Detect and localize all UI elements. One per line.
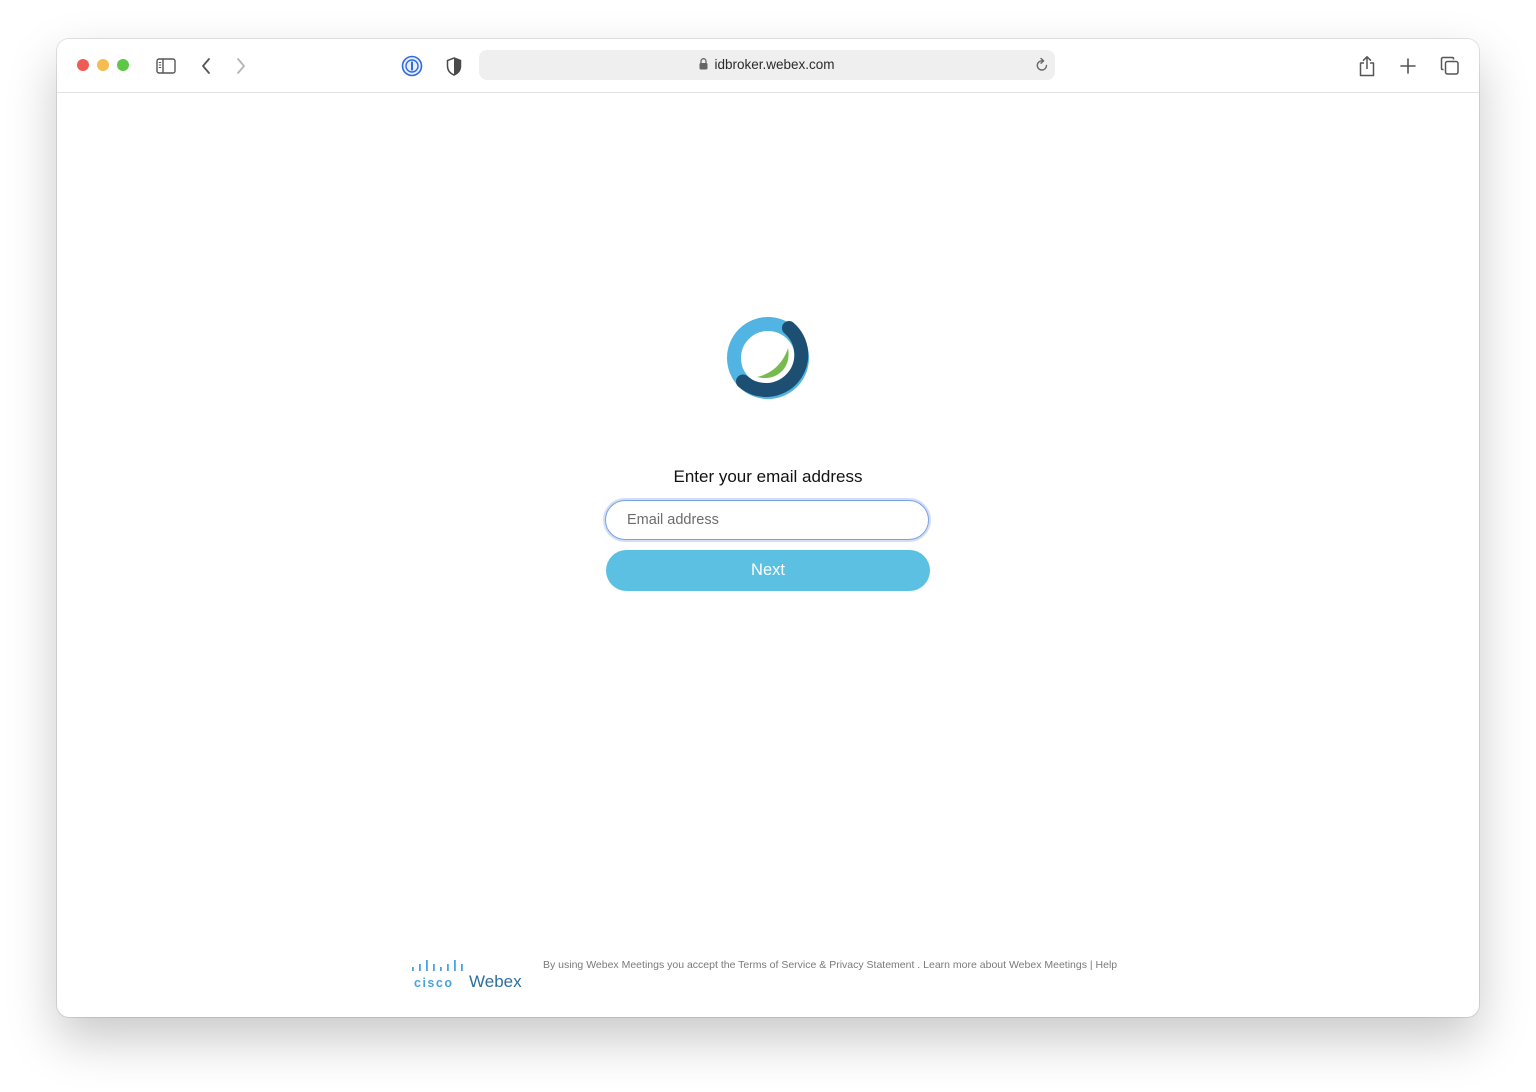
- webex-logo-icon: [727, 317, 809, 399]
- close-window-button[interactable]: [77, 59, 89, 71]
- browser-toolbar: idbroker.webex.com: [57, 39, 1479, 93]
- lock-icon: [699, 51, 708, 81]
- learn-more-link[interactable]: Learn more about Webex Meetings: [923, 959, 1087, 971]
- webex-wordmark: Webex: [469, 972, 522, 991]
- share-icon[interactable]: [1354, 53, 1380, 79]
- help-link[interactable]: Help: [1096, 959, 1118, 971]
- minimize-window-button[interactable]: [97, 59, 109, 71]
- new-tab-icon[interactable]: [1395, 53, 1421, 79]
- cisco-webex-logo: cisco Webex: [412, 960, 522, 991]
- url-text: idbroker.webex.com: [714, 57, 835, 72]
- password-manager-icon[interactable]: [399, 53, 425, 79]
- browser-window: idbroker.webex.com Enter your email addr…: [57, 39, 1479, 1017]
- email-input[interactable]: [605, 500, 929, 540]
- privacy-shield-icon[interactable]: [441, 53, 467, 79]
- terms-of-service-link[interactable]: Terms of Service: [738, 959, 816, 971]
- back-icon[interactable]: [193, 53, 219, 79]
- page-title: Enter your email address: [673, 467, 863, 486]
- reload-icon[interactable]: [1035, 57, 1049, 78]
- privacy-statement-link[interactable]: Privacy Statement: [829, 959, 914, 971]
- tab-overview-icon[interactable]: [1437, 53, 1463, 79]
- next-button[interactable]: Next: [606, 550, 930, 591]
- page-content: Enter your email address Next cisco Webe…: [57, 93, 1479, 1017]
- zoom-window-button[interactable]: [117, 59, 129, 71]
- address-bar[interactable]: idbroker.webex.com: [479, 50, 1055, 80]
- cisco-wordmark: cisco: [414, 976, 453, 990]
- forward-icon[interactable]: [228, 53, 254, 79]
- sidebar-icon[interactable]: [153, 53, 179, 79]
- footer-legal-text: By using Webex Meetings you accept the T…: [543, 959, 1118, 971]
